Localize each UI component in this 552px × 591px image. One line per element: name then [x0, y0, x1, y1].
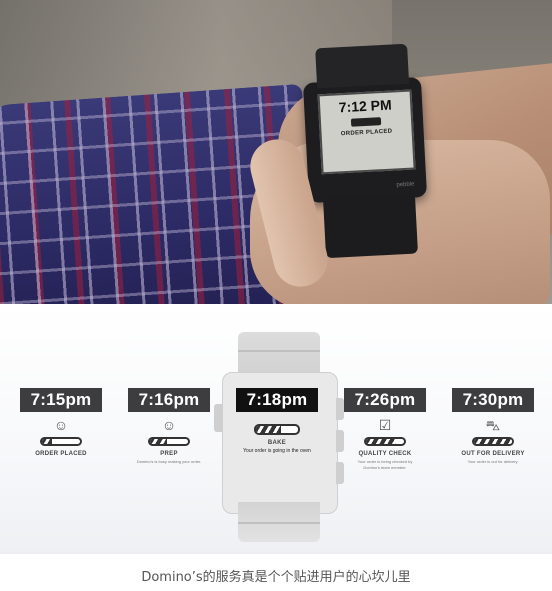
card-label: ORDER PLACED [35, 451, 87, 457]
timeline-card-bake: 7:18pm BAKE Your order is going in the o… [236, 388, 318, 454]
delivery-car-icon: ⛍ [485, 417, 501, 433]
watch-photo-time: 7:12 PM [338, 96, 393, 116]
card-subtext: Your order is going in the oven [243, 448, 311, 454]
progress-bar [148, 437, 190, 446]
progress-bar [364, 437, 406, 446]
timeline-card-order-placed: 7:15pm ☺ ORDER PLACED [20, 388, 102, 459]
progress-fill [42, 439, 52, 444]
progress-fill [256, 426, 282, 433]
photo-watch-on-wrist: 7:12 PM ORDER PLACED pebble [0, 0, 552, 304]
card-subtext: Your order is out for delivery. [467, 459, 519, 464]
pebble-watch-photo: 7:12 PM ORDER PLACED pebble [302, 43, 428, 259]
card-label: BAKE [267, 440, 287, 446]
caption: Domino’s的服务真是个个贴进用户的心坎儿里 [141, 570, 411, 585]
card-time: 7:30pm [452, 388, 534, 412]
watch-brand: pebble [396, 181, 415, 189]
card-time: 7:15pm [20, 388, 102, 412]
watch-band-bottom [238, 502, 320, 542]
progress-fill [150, 439, 168, 444]
timeline-card-prep: 7:16pm ☺ PREP Domino's is busy making yo… [128, 388, 210, 465]
progress-bar [472, 437, 514, 446]
pizza-face-icon: ☺ [53, 417, 69, 433]
watch-photo-screen: 7:12 PM ORDER PLACED [317, 89, 416, 175]
card-time: 7:26pm [344, 388, 426, 412]
card-label: PREP [160, 451, 178, 457]
card-time: 7:16pm [128, 388, 210, 412]
checklist-icon: ☑ [378, 417, 392, 433]
card-subtext: Your order is being checked by Domino's … [357, 459, 413, 470]
timeline-card-out-for-delivery: 7:30pm ⛍ OUT FOR DELIVERY Your order is … [452, 388, 534, 465]
progress-bar [40, 437, 82, 446]
timeline-cards: 7:15pm ☺ ORDER PLACED 7:16pm ☺ PREP Domi… [0, 388, 552, 498]
progress-fill [474, 439, 512, 444]
progress-bar [254, 424, 300, 435]
dominos-logo-icon [350, 117, 382, 127]
card-subtext: Domino's is busy making your order. [136, 459, 202, 464]
progress-fill [366, 439, 397, 444]
card-label: QUALITY CHECK [358, 451, 412, 457]
order-tracker-illustration: 7:15pm ☺ ORDER PLACED 7:16pm ☺ PREP Domi… [0, 304, 552, 554]
card-time: 7:18pm [236, 388, 318, 412]
watch-strap-top [315, 43, 410, 89]
watch-strap-bottom [322, 193, 419, 259]
pizza-face-icon: ☺ [161, 417, 177, 433]
watch-photo-status: ORDER PLACED [340, 128, 393, 138]
timeline-card-quality-check: 7:26pm ☑ QUALITY CHECK Your order is bei… [344, 388, 426, 471]
card-label: OUT FOR DELIVERY [461, 451, 525, 457]
